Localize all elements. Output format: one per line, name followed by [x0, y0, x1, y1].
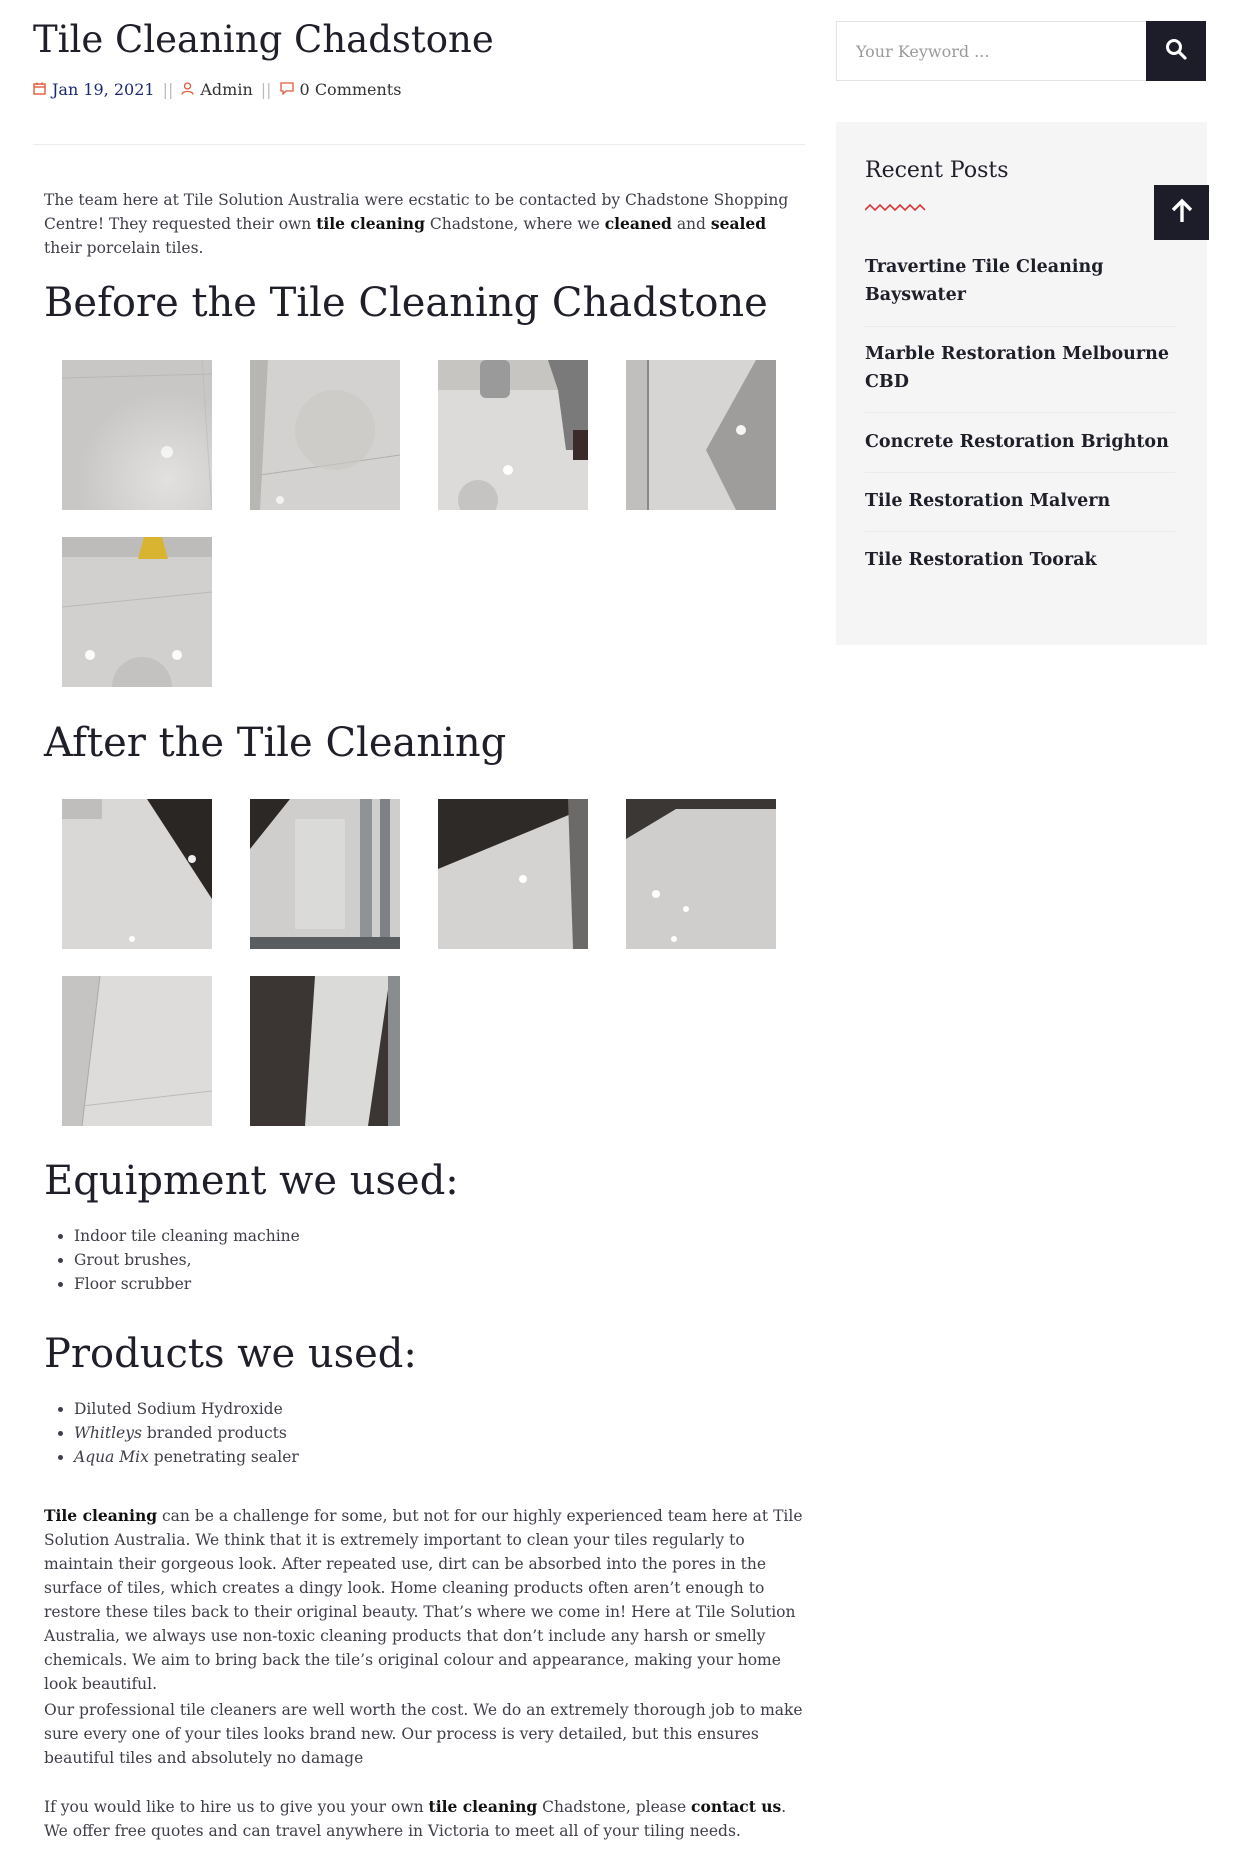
after-photo-1[interactable]: [62, 799, 212, 949]
divider: [865, 472, 1175, 473]
post-date-link[interactable]: Jan 19, 2021: [52, 80, 155, 99]
brand-name: Whitleys: [74, 1424, 142, 1442]
divider: [865, 412, 1175, 413]
comment-icon: [279, 80, 294, 99]
intro-bold-text: cleaned: [604, 214, 672, 233]
brand-name: Aqua Mix: [74, 1448, 149, 1466]
intro-bold-text: sealed: [710, 214, 767, 233]
list-item: Floor scrubber: [74, 1272, 300, 1296]
before-photo-5[interactable]: [61, 537, 213, 717]
search-icon: [1165, 38, 1187, 64]
recent-post-link[interactable]: Tile Restoration Toorak: [865, 546, 1175, 574]
contact-us-link[interactable]: contact us: [691, 1797, 781, 1816]
arrow-up-icon: [1170, 198, 1194, 228]
list-item-text: branded products: [141, 1424, 287, 1442]
body-paragraph-1: Tile cleaning can be a challenge for som…: [44, 1504, 804, 1696]
before-photo-3[interactable]: [438, 360, 588, 520]
meta-separator: ||: [162, 80, 174, 99]
recent-posts-title: Recent Posts: [865, 158, 1009, 183]
recent-post-link[interactable]: Concrete Restoration Brighton: [865, 428, 1175, 456]
recent-post-link[interactable]: Travertine Tile Cleaning Bayswater: [865, 253, 1175, 309]
list-item: Diluted Sodium Hydroxide: [74, 1397, 299, 1421]
intro-bold-text: tile cleaning: [316, 214, 425, 233]
post-meta: Jan 19, 2021 || Admin || 0 Comments: [33, 80, 401, 99]
back-to-top-button[interactable]: [1154, 185, 1209, 240]
equipment-heading: Equipment we used:: [44, 1158, 459, 1204]
search-input[interactable]: [837, 22, 1146, 80]
header-divider: [33, 144, 805, 145]
equipment-list: Indoor tile cleaning machine Grout brush…: [44, 1224, 300, 1296]
products-list: Diluted Sodium Hydroxide Whitleys brande…: [44, 1397, 299, 1469]
recent-post-link[interactable]: Tile Restoration Malvern: [865, 487, 1175, 515]
before-photo-2[interactable]: [250, 360, 401, 510]
before-photo-4[interactable]: [626, 360, 776, 510]
list-item: Aqua Mix penetrating sealer: [74, 1445, 299, 1469]
post-comments-link[interactable]: 0 Comments: [300, 80, 402, 99]
intro-text: Chadstone, where we: [424, 215, 605, 233]
products-heading: Products we used:: [44, 1331, 417, 1377]
bold-text: Tile cleaning: [44, 1506, 158, 1525]
before-photo-1[interactable]: [61, 359, 213, 511]
body-paragraph-2: Our professional tile cleaners are well …: [44, 1701, 803, 1767]
calendar-icon: [33, 80, 46, 99]
post-author-link[interactable]: Admin: [200, 80, 252, 99]
list-item: Grout brushes,: [74, 1248, 300, 1272]
search-form: [836, 21, 1206, 81]
list-item-text: penetrating sealer: [148, 1448, 299, 1466]
paragraph-text: can be a challenge for some, but not for…: [44, 1507, 803, 1693]
squiggle-decoration: [864, 198, 927, 217]
search-button[interactable]: [1146, 21, 1206, 81]
recent-post-link[interactable]: Marble Restoration Melbourne CBD: [865, 340, 1175, 396]
after-photo-6[interactable]: [250, 976, 400, 1126]
user-icon: [181, 80, 195, 99]
before-heading: Before the Tile Cleaning Chadstone: [44, 280, 768, 326]
meta-separator: ||: [260, 80, 272, 99]
intro-text: their porcelain tiles.: [44, 239, 204, 257]
intro-paragraph: The team here at Tile Solution Australia…: [44, 188, 804, 260]
after-photo-3[interactable]: [438, 799, 588, 949]
after-photo-4[interactable]: [626, 799, 776, 949]
list-item: Indoor tile cleaning machine: [74, 1224, 300, 1248]
body-paragraph-3: If you would like to hire us to give you…: [44, 1795, 804, 1843]
divider: [865, 326, 1175, 327]
post-title: Tile Cleaning Chadstone: [33, 18, 494, 61]
divider: [865, 531, 1175, 532]
after-photo-5[interactable]: [62, 975, 213, 1127]
bold-text: tile cleaning: [428, 1797, 538, 1816]
paragraph-text: Chadstone, please: [537, 1798, 692, 1816]
paragraph-text: If you would like to hire us to give you…: [44, 1798, 429, 1816]
list-item: Whitleys branded products: [74, 1421, 299, 1445]
after-heading: After the Tile Cleaning: [44, 720, 507, 766]
intro-text: and: [671, 215, 711, 233]
after-photo-2[interactable]: [250, 799, 400, 949]
